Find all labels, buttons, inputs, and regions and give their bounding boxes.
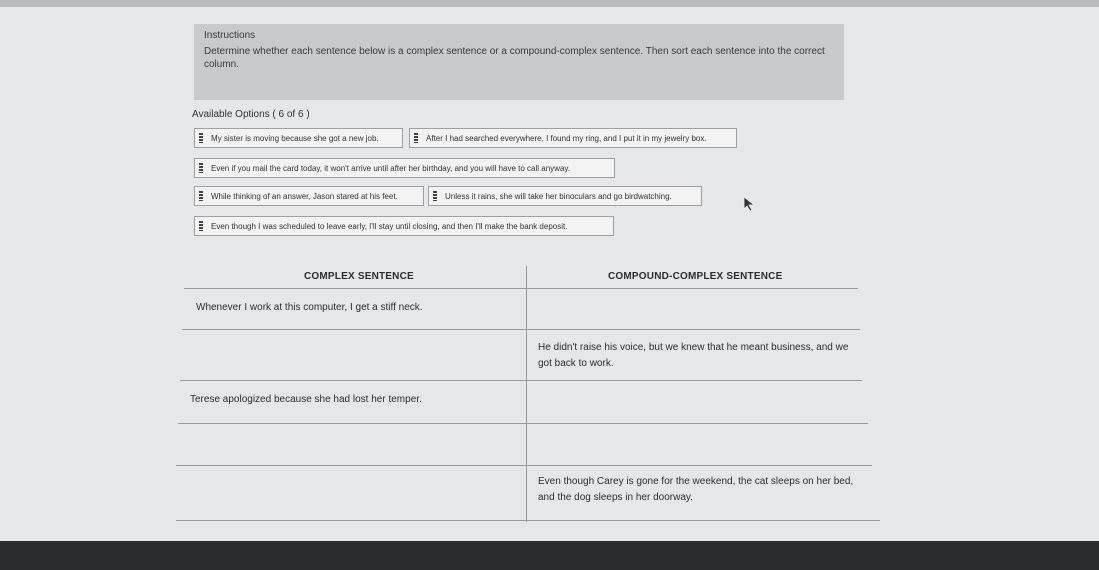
compound-complex-drop-cell[interactable]	[538, 392, 858, 416]
drag-handle-icon[interactable]	[199, 221, 203, 231]
row-divider	[176, 465, 872, 466]
drag-handle-icon[interactable]	[199, 163, 203, 173]
complex-drop-cell[interactable]	[190, 342, 510, 372]
option-text: Even if you mail the card today, it won'…	[211, 163, 571, 173]
complex-column-header: COMPLEX SENTENCE	[304, 271, 414, 282]
row-divider	[176, 520, 880, 521]
row-divider	[184, 288, 858, 289]
compound-complex-drop-cell[interactable]	[538, 300, 858, 324]
option-text: After I had searched everywhere, I found…	[426, 133, 707, 143]
drag-handle-icon[interactable]	[199, 133, 203, 143]
sort-table: COMPLEX SENTENCE COMPOUND-COMPLEX SENTEN…	[176, 262, 881, 524]
complex-drop-cell[interactable]: Whenever I work at this computer, I get …	[196, 300, 516, 316]
complex-drop-cell[interactable]	[190, 472, 510, 512]
option-chip[interactable]: Even though I was scheduled to leave ear…	[194, 216, 614, 236]
option-text: Unless it rains, she will take her binoc…	[445, 191, 672, 201]
option-chip[interactable]: Even if you mail the card today, it won'…	[194, 158, 615, 178]
option-text: While thinking of an answer, Jason stare…	[211, 191, 398, 201]
instructions-text: Determine whether each sentence below is…	[204, 46, 825, 70]
compound-complex-drop-cell[interactable]: Even though Carey is gone for the weeken…	[538, 474, 858, 506]
option-chip[interactable]: Unless it rains, she will take her binoc…	[428, 186, 702, 206]
option-chip[interactable]: While thinking of an answer, Jason stare…	[194, 186, 424, 206]
mouse-cursor-icon	[743, 196, 756, 212]
compound-complex-drop-cell[interactable]	[538, 434, 858, 460]
screen-bezel	[0, 541, 1099, 570]
row-divider	[178, 423, 868, 424]
top-edge	[0, 0, 1099, 7]
compound-complex-drop-cell[interactable]: He didn't raise his voice, but we knew t…	[538, 340, 856, 372]
row-divider	[180, 380, 862, 381]
option-text: My sister is moving because she got a ne…	[211, 133, 379, 143]
complex-drop-cell[interactable]: Terese apologized because she had lost h…	[190, 392, 510, 408]
instructions-panel: Instructions Determine whether each sent…	[194, 24, 844, 100]
row-divider	[182, 329, 860, 330]
drag-handle-icon[interactable]	[433, 191, 437, 201]
drag-handle-icon[interactable]	[199, 191, 203, 201]
complex-drop-cell[interactable]	[190, 434, 510, 460]
option-chip[interactable]: After I had searched everywhere, I found…	[409, 128, 737, 148]
column-divider	[526, 266, 527, 522]
option-chip[interactable]: My sister is moving because she got a ne…	[194, 128, 403, 148]
option-text: Even though I was scheduled to leave ear…	[211, 221, 568, 231]
instructions-heading: Instructions	[204, 30, 256, 41]
drag-handle-icon[interactable]	[414, 133, 418, 143]
compound-complex-column-header: COMPOUND-COMPLEX SENTENCE	[608, 271, 783, 282]
available-options-label: Available Options ( 6 of 6 )	[192, 109, 310, 120]
